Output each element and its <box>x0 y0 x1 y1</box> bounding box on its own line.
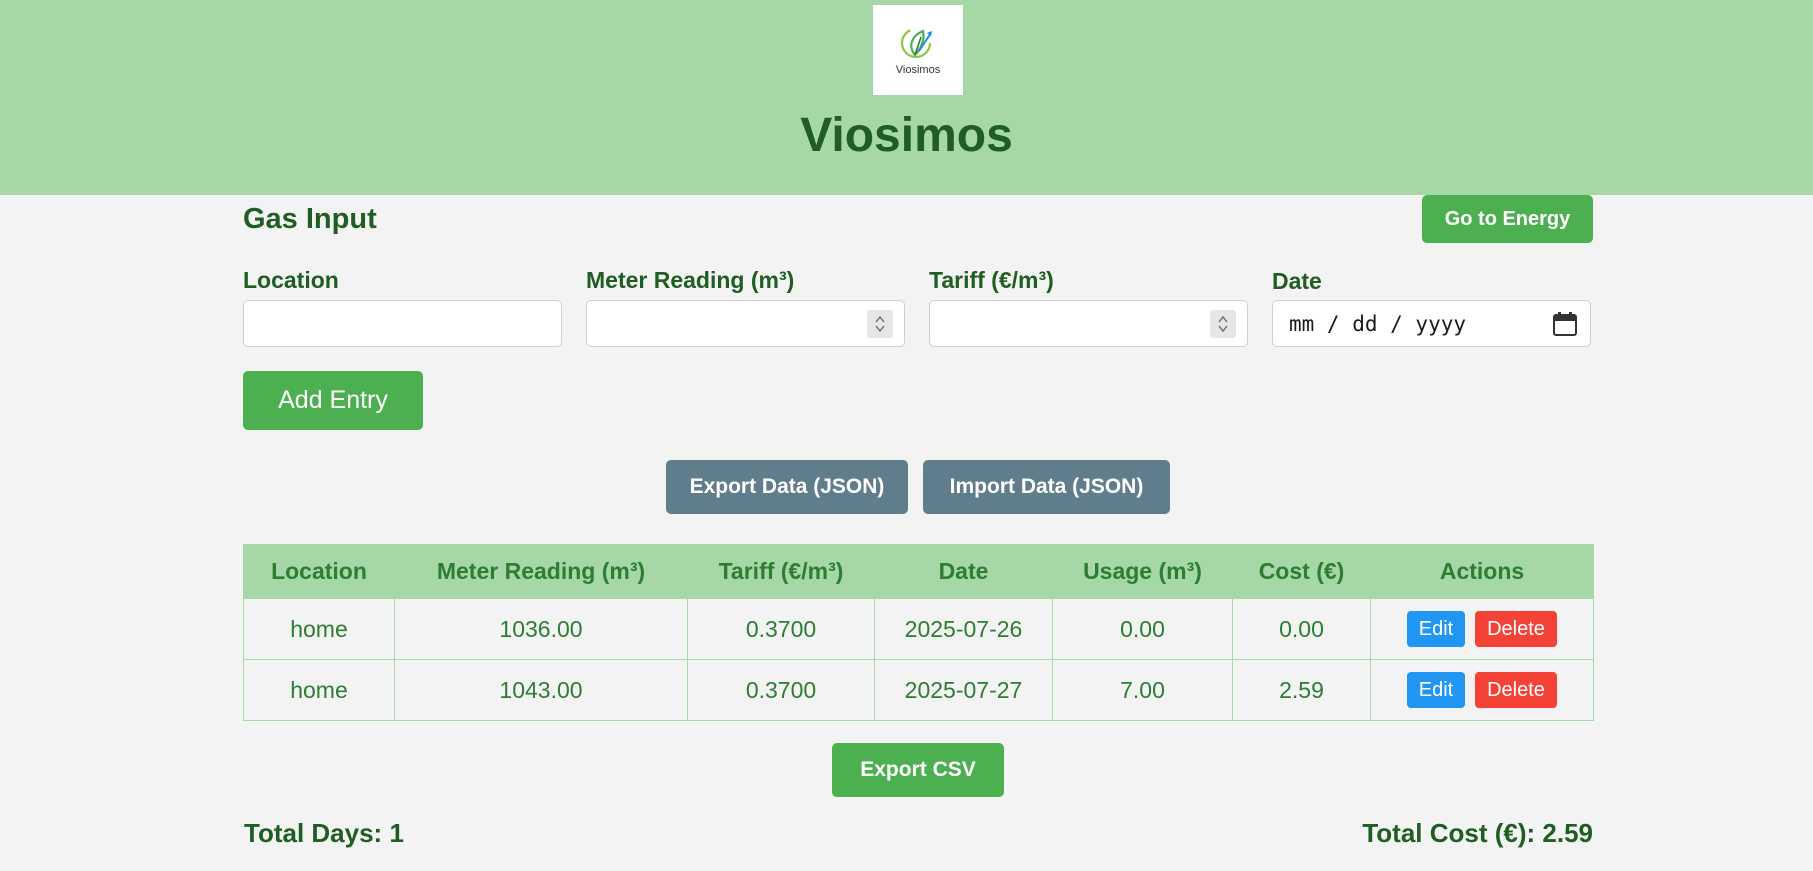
location-input[interactable] <box>243 300 562 347</box>
delete-button[interactable]: Delete <box>1475 611 1557 647</box>
export-json-button[interactable]: Export Data (JSON) <box>666 460 908 514</box>
cell-tariff: 0.3700 <box>687 598 875 660</box>
cell-date: 2025-07-27 <box>874 659 1053 721</box>
cell-location: home <box>243 659 395 721</box>
meter-reading-stepper[interactable] <box>867 310 893 338</box>
cell-cost: 0.00 <box>1232 598 1371 660</box>
spinner-arrows-icon <box>1218 315 1228 333</box>
table-row: home 1043.00 0.3700 2025-07-27 7.00 2.59… <box>243 659 1594 721</box>
cell-meter-reading: 1036.00 <box>394 598 688 660</box>
date-placeholder: mm / dd / yyyy <box>1289 312 1467 336</box>
column-header-date: Date <box>874 544 1053 599</box>
total-days: Total Days: 1 <box>244 818 404 848</box>
leaf-logo-icon <box>900 27 932 59</box>
cell-usage: 0.00 <box>1052 598 1233 660</box>
cell-actions: Edit Delete <box>1370 659 1594 721</box>
logo: Viosimos <box>873 5 963 95</box>
location-label: Location <box>243 267 339 293</box>
meter-reading-label: Meter Reading (m³) <box>586 267 795 293</box>
column-header-tariff: Tariff (€/m³) <box>687 544 875 599</box>
add-entry-button[interactable]: Add Entry <box>243 371 423 430</box>
column-header-location: Location <box>243 544 395 599</box>
date-label: Date <box>1272 268 1322 294</box>
app-title: Viosimos <box>800 109 1013 162</box>
calendar-icon[interactable] <box>1552 311 1578 337</box>
gas-entries-table: Location Meter Reading (m³) Tariff (€/m³… <box>243 544 1594 721</box>
cell-tariff: 0.3700 <box>687 659 875 721</box>
header: Viosimos Viosimos <box>0 0 1813 195</box>
cell-cost: 2.59 <box>1232 659 1371 721</box>
import-json-button[interactable]: Import Data (JSON) <box>923 460 1170 514</box>
logo-text: Viosimos <box>895 64 941 76</box>
delete-button[interactable]: Delete <box>1475 672 1557 708</box>
table-row: home 1036.00 0.3700 2025-07-26 0.00 0.00… <box>243 598 1594 660</box>
tariff-label: Tariff (€/m³) <box>929 267 1054 293</box>
section-title: Gas Input <box>243 203 377 235</box>
cell-location: home <box>243 598 395 660</box>
export-csv-button[interactable]: Export CSV <box>832 743 1004 797</box>
tariff-stepper[interactable] <box>1210 310 1236 338</box>
total-cost: Total Cost (€): 2.59 <box>1362 818 1593 848</box>
column-header-meter-reading: Meter Reading (m³) <box>394 544 688 599</box>
cell-date: 2025-07-26 <box>874 598 1053 660</box>
meter-reading-input[interactable] <box>586 300 905 347</box>
tariff-input[interactable] <box>929 300 1248 347</box>
cell-actions: Edit Delete <box>1370 598 1594 660</box>
cell-usage: 7.00 <box>1052 659 1233 721</box>
spinner-arrows-icon <box>875 315 885 333</box>
column-header-usage: Usage (m³) <box>1052 544 1233 599</box>
column-header-cost: Cost (€) <box>1232 544 1371 599</box>
go-to-energy-button[interactable]: Go to Energy <box>1422 195 1593 243</box>
column-header-actions: Actions <box>1370 544 1594 599</box>
table-header-row: Location Meter Reading (m³) Tariff (€/m³… <box>243 544 1594 599</box>
edit-button[interactable]: Edit <box>1407 672 1465 708</box>
date-input[interactable]: mm / dd / yyyy <box>1272 300 1591 347</box>
edit-button[interactable]: Edit <box>1407 611 1465 647</box>
cell-meter-reading: 1043.00 <box>394 659 688 721</box>
